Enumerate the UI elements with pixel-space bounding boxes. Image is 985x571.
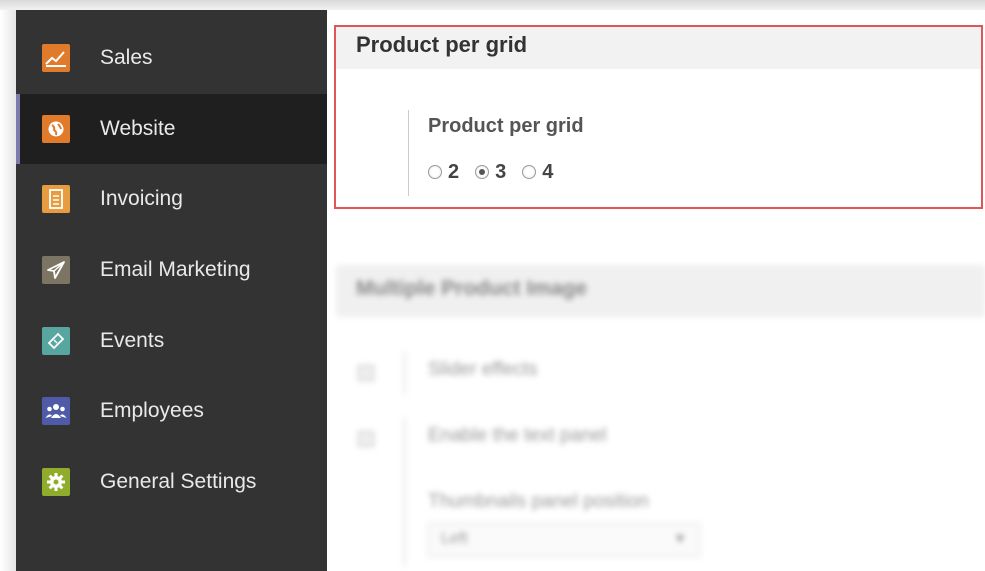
- invoice-document-icon: [42, 185, 70, 213]
- left-shadow: [0, 10, 16, 571]
- blurred-divider: [404, 417, 405, 567]
- paper-plane-icon: [42, 256, 70, 284]
- sidebar-item-label: Sales: [100, 46, 153, 69]
- window-top-edge: [0, 0, 985, 10]
- sidebar-item-website[interactable]: Website: [16, 94, 327, 164]
- text-panel-label: Enable the text panel: [428, 425, 607, 446]
- sidebar-item-label: Events: [100, 329, 165, 352]
- sidebar-item-sales[interactable]: Sales: [16, 23, 327, 93]
- sidebar-item-label: Email Marketing: [100, 258, 251, 281]
- globe-icon: [42, 115, 70, 143]
- sidebar-item-label: General Settings: [100, 470, 257, 493]
- sidebar-item-email-marketing[interactable]: Email Marketing: [16, 235, 327, 305]
- sidebar-item-label: Invoicing: [100, 187, 183, 210]
- slider-effects-label: Slider effects: [428, 359, 538, 380]
- text-panel-checkbox[interactable]: [358, 431, 374, 447]
- blurred-divider: [404, 351, 405, 395]
- blurred-settings-area: Multiple Product Image Slider effects En…: [336, 265, 985, 571]
- slider-effects-checkbox[interactable]: [358, 365, 374, 381]
- sidebar-item-general-settings[interactable]: General Settings: [16, 447, 327, 517]
- sales-chart-icon: [42, 44, 70, 72]
- blurred-section-title: Multiple Product Image: [356, 277, 588, 300]
- sidebar-item-employees[interactable]: Employees: [16, 376, 327, 446]
- thumb-position-value: Left: [441, 530, 468, 547]
- sidebar: Sales Website Invoicing Email Marketing …: [16, 10, 327, 571]
- thumb-position-label: Thumbnails panel position: [428, 491, 649, 512]
- sidebar-item-label: Website: [100, 117, 176, 140]
- ticket-icon: [42, 327, 70, 355]
- thumb-position-select[interactable]: Left ▼: [428, 523, 700, 557]
- highlight-box: [334, 25, 983, 209]
- people-icon: [42, 397, 70, 425]
- sidebar-item-events[interactable]: Events: [16, 306, 327, 376]
- gear-icon: [42, 468, 70, 496]
- sidebar-item-label: Employees: [100, 399, 204, 422]
- sidebar-item-invoicing[interactable]: Invoicing: [16, 164, 327, 234]
- chevron-down-icon: ▼: [673, 530, 687, 546]
